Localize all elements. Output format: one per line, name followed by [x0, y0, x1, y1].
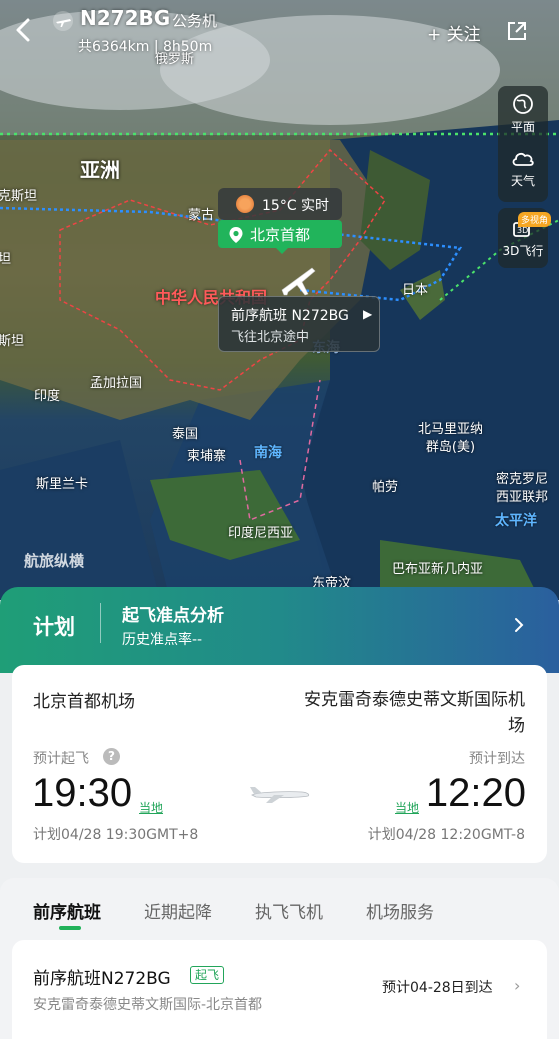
chevron-right-icon: ›	[514, 976, 521, 995]
map-label-cambodia: 柬埔寨	[187, 449, 227, 464]
status-badge: 起飞	[190, 966, 225, 984]
previous-flight-popup[interactable]: 前序航班 N272BG ▶ 飞往北京途中	[218, 296, 380, 352]
weather-text: 15°C 实时	[262, 198, 330, 214]
map-label-n-mariana: 北马里亚纳 群岛(美)	[418, 422, 484, 455]
map-label-pacific: 太平洋	[495, 513, 537, 529]
previous-flight-route: 安克雷奇泰德史蒂文斯国际-北京首都	[33, 997, 263, 1013]
map-label-mongolia: 蒙古	[188, 208, 215, 223]
map-label-thailand: 泰国	[172, 427, 199, 442]
weather-layer-label: 天气	[510, 174, 535, 188]
map-tools-panel: 平面 天气	[498, 86, 548, 202]
map-label-palau: 帕劳	[372, 480, 399, 495]
chevron-right-icon[interactable]	[512, 615, 526, 635]
tab-airport-service[interactable]: 机场服务	[366, 898, 434, 923]
flight-map[interactable]: 俄罗斯 亚洲 克斯坦 蒙古 坦 中华人民共和国 日本 斯坦 东海 孟加拉国 印度…	[0, 0, 559, 600]
arrival-time: 12:20	[425, 771, 526, 815]
airport-location-tag[interactable]: 北京首都	[218, 220, 342, 254]
watermark-logo: 航旅纵横	[24, 552, 85, 570]
previous-flight-eta: 预计04-28日到达	[382, 980, 493, 996]
flat-view-button[interactable]: 平面	[498, 86, 548, 142]
back-icon[interactable]	[10, 14, 38, 46]
share-icon[interactable]	[506, 20, 528, 42]
popup-arrow-icon: ▶	[363, 307, 373, 321]
multi-view-badge: 多视角	[518, 212, 552, 227]
globe-icon	[513, 94, 533, 114]
arrival-local-link[interactable]: 当地	[395, 799, 419, 816]
departure-airport: 北京首都机场	[33, 692, 135, 712]
arrival-planned: 计划04/28 12:20GMT-8	[367, 827, 525, 843]
map-label-tan: 坦	[0, 252, 12, 267]
location-pin-icon	[229, 227, 243, 243]
ontime-analysis-title: 起飞准点分析	[122, 606, 224, 626]
map-label-sri-lanka: 斯里兰卡	[36, 477, 89, 492]
airplane-side-icon	[250, 787, 310, 803]
flight-number: N272BG	[80, 6, 171, 30]
weather-badge: 15°C 实时	[218, 188, 342, 220]
map-label-south-sea: 南海	[254, 445, 282, 461]
plan-bar[interactable]: 计划 起飞准点分析 历史准点率--	[0, 587, 559, 673]
weather-layer-button[interactable]: 天气	[498, 142, 548, 198]
map-label-asia: 亚洲	[80, 158, 120, 182]
departure-label: 预计起飞	[33, 751, 89, 767]
arrival-label: 预计到达	[469, 751, 525, 767]
airplane-icon	[53, 11, 73, 31]
previous-flight-title: 前序航班N272BG	[33, 969, 171, 989]
map-label-india: 印度	[34, 389, 61, 404]
map-label-micronesia: 密克罗尼 西亚联邦	[496, 472, 549, 505]
map-label-sitan: 斯坦	[0, 334, 25, 349]
sun-icon	[236, 195, 254, 213]
3d-flight-label: 3D飞行	[502, 244, 544, 258]
active-tab-indicator	[59, 926, 81, 930]
tab-previous-flight[interactable]: 前序航班	[33, 898, 101, 923]
map-label-indonesia: 印度尼西亚	[228, 526, 294, 541]
map-label-png: 巴布亚新几内亚	[392, 562, 484, 577]
map-label-bangladesh: 孟加拉国	[90, 376, 143, 391]
top-bar: N272BG 公务机 共6364km | 8h50m + 关注	[0, 0, 559, 60]
map-label-kazakhstan: 克斯坦	[0, 189, 38, 204]
follow-button[interactable]: + 关注	[427, 20, 481, 45]
arrival-airport: 安克雷奇泰德史蒂文斯国际机场	[304, 690, 525, 736]
airport-tag-label: 北京首都	[250, 226, 311, 244]
departure-local-link[interactable]: 当地	[139, 799, 163, 816]
map-plane-icon[interactable]	[278, 262, 318, 296]
history-ontime-rate: 历史准点率--	[122, 632, 203, 648]
plan-divider	[100, 603, 101, 643]
info-tabs-panel: 前序航班 近期起降 执飞飞机 机场服务 前序航班N272BG 起飞 安克雷奇泰德…	[0, 878, 559, 1039]
tab-recent-flights[interactable]: 近期起降	[144, 898, 212, 923]
help-icon[interactable]: ?	[103, 748, 120, 765]
previous-flight-item[interactable]: 前序航班N272BG 起飞 安克雷奇泰德史蒂文斯国际-北京首都 预计04-28日…	[12, 940, 547, 1039]
schedule-card: 北京首都机场 安克雷奇泰德史蒂文斯国际机场 预计起飞 ? 预计到达 19:30 …	[12, 665, 547, 863]
map-label-japan: 日本	[402, 283, 429, 298]
departure-planned: 计划04/28 19:30GMT+8	[33, 827, 199, 843]
flat-view-label: 平面	[510, 120, 535, 134]
flight-type: 公务机	[172, 12, 218, 30]
departure-time: 19:30	[32, 771, 133, 815]
plan-title: 计划	[33, 615, 75, 639]
popup-title: 前序航班 N272BG	[231, 308, 349, 324]
svg-text:3D: 3D	[517, 226, 528, 235]
flight-distance-duration: 共6364km | 8h50m	[78, 39, 213, 55]
tab-aircraft[interactable]: 执飞飞机	[255, 898, 323, 923]
popup-status: 飞往北京途中	[231, 330, 310, 345]
cloud-icon	[512, 152, 534, 166]
